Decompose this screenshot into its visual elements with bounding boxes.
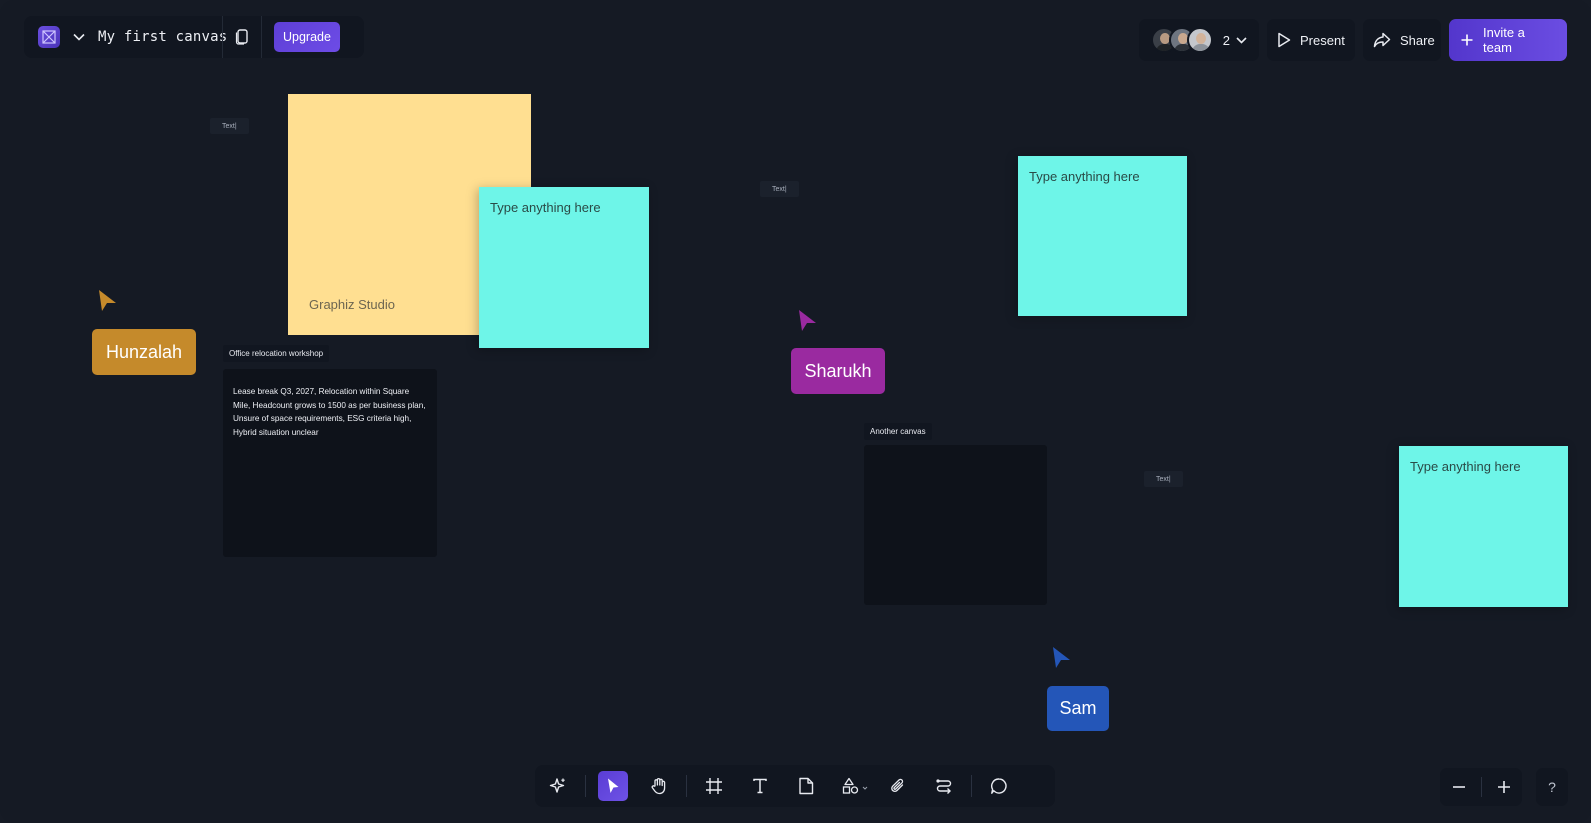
minus-icon[interactable] <box>1444 772 1474 802</box>
cursor-arrow-icon <box>1053 647 1070 668</box>
plus-icon <box>1461 34 1473 46</box>
frame-office-relocation[interactable]: Lease break Q3, 2027, Relocation within … <box>223 369 437 557</box>
text-element[interactable]: Text| <box>760 181 799 197</box>
canvas-title[interactable]: My first canvas <box>98 29 227 45</box>
plus-icon[interactable] <box>1489 772 1519 802</box>
text-icon[interactable] <box>745 771 775 801</box>
hand-pan-icon[interactable] <box>644 771 674 801</box>
collaborator-name-tag: Sam <box>1047 686 1109 731</box>
share-button[interactable]: Share <box>1363 19 1441 61</box>
frame-icon[interactable] <box>699 771 729 801</box>
share-label: Share <box>1400 32 1435 48</box>
chevron-down-icon <box>1236 36 1247 44</box>
frame-another-canvas[interactable] <box>864 445 1047 605</box>
sticky-note-cyan[interactable]: Type anything here <box>1018 156 1187 316</box>
connector-icon[interactable] <box>929 771 959 801</box>
divider <box>261 16 262 58</box>
invite-label: Invite a team <box>1483 25 1525 55</box>
toolbar-divider <box>971 775 972 797</box>
invite-team-button[interactable]: Invite a team <box>1449 19 1567 61</box>
sticky-note-cyan[interactable]: Type anything here <box>479 187 649 348</box>
upgrade-button[interactable]: Upgrade <box>274 22 340 52</box>
bottom-toolbar <box>535 765 1055 807</box>
comment-icon[interactable] <box>984 771 1014 801</box>
sticky-note-text: Type anything here <box>1029 169 1140 184</box>
cross-box-logo-icon[interactable] <box>38 26 60 48</box>
collaborator-name-tag: Hunzalah <box>92 329 196 375</box>
toolbar-divider <box>686 775 687 797</box>
frame-text[interactable]: Lease break Q3, 2027, Relocation within … <box>233 385 427 439</box>
zoom-controls <box>1440 768 1522 806</box>
avatar <box>1186 27 1213 53</box>
whiteboard-canvas[interactable]: My first canvas Upgrade 2 Present Share … <box>0 0 1591 823</box>
help-button[interactable]: ? <box>1536 768 1568 806</box>
select-pointer-icon[interactable] <box>598 771 628 801</box>
sticky-note-icon[interactable] <box>791 771 821 801</box>
shapes-icon[interactable] <box>837 771 875 801</box>
text-element[interactable]: Text| <box>1144 471 1183 487</box>
sticky-note-text: Type anything here <box>490 200 601 215</box>
attachment-icon[interactable] <box>883 771 913 801</box>
chevron-down-icon[interactable] <box>70 28 88 46</box>
present-button[interactable]: Present <box>1267 19 1355 61</box>
ai-sparkle-icon[interactable] <box>543 771 573 801</box>
frame-label[interactable]: Office relocation workshop <box>223 345 330 362</box>
present-label: Present <box>1300 32 1345 48</box>
share-arrow-icon <box>1373 32 1391 48</box>
pages-icon[interactable] <box>223 16 261 58</box>
play-icon <box>1277 32 1291 48</box>
sticky-note-cyan[interactable]: Type anything here <box>1399 446 1568 607</box>
toolbar-divider <box>585 775 586 797</box>
zoom-divider <box>1480 777 1482 797</box>
sticky-note-text: Type anything here <box>1410 459 1521 474</box>
collaborator-name-tag: Sharukh <box>791 348 885 394</box>
cursor-arrow-icon <box>799 310 816 331</box>
frame-label[interactable]: Another canvas <box>864 423 932 440</box>
text-element[interactable]: Text| <box>210 118 249 134</box>
top-right-actions: 2 Present Share Invite a team <box>1138 19 1567 61</box>
collaborators-dropdown[interactable]: 2 <box>1138 19 1259 61</box>
cursor-arrow-icon <box>99 290 116 311</box>
canvas-title-bar: My first canvas Upgrade <box>24 16 364 58</box>
sticky-note-text: Graphiz Studio <box>309 297 395 312</box>
collaborator-count: 2 <box>1222 32 1230 48</box>
